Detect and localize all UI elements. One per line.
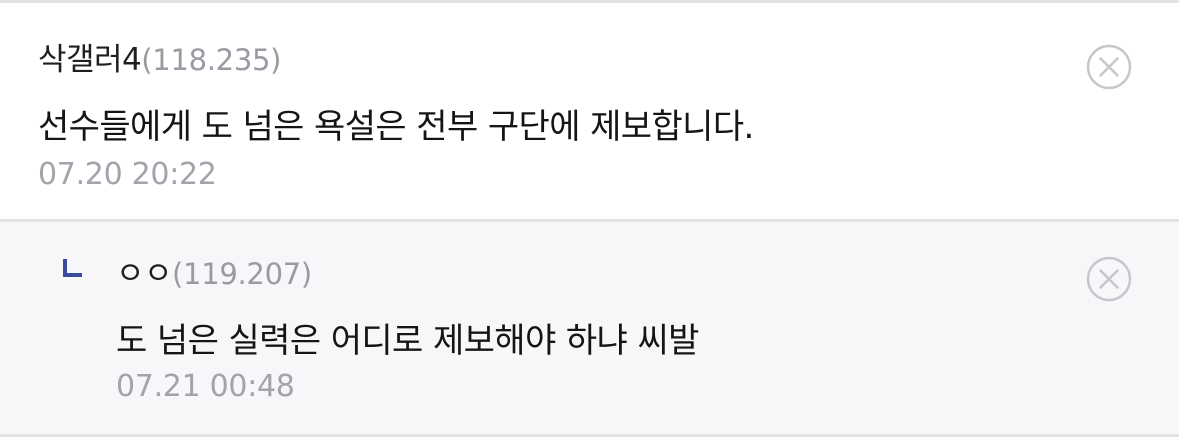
reply-author: ㅇㅇ (119.207) xyxy=(116,248,312,293)
reply-timestamp: 07.21 00:48 xyxy=(116,369,295,404)
comment-ip: (118.235) xyxy=(141,43,282,77)
comment-text: 선수들에게 도 넘은 욕설은 전부 구단에 제보합니다. xyxy=(38,107,754,147)
circle-x-icon xyxy=(1086,256,1132,302)
comment-item: 삭갤러4 (118.235) 선수들에게 도 넘은 욕설은 전부 구단에 제보합… xyxy=(0,6,1179,218)
circle-x-icon xyxy=(1086,44,1132,90)
reply-arrow-icon xyxy=(63,259,82,277)
delete-comment-button[interactable] xyxy=(1085,43,1133,91)
comment-timestamp: 07.20 20:22 xyxy=(38,157,217,192)
list-bottom-divider xyxy=(0,434,1179,437)
comment-nickname[interactable]: 삭갤러4 xyxy=(38,34,142,79)
reply-text: 도 넘은 실력은 어디로 제보해야 하냐 씨발 xyxy=(116,321,699,361)
reply-item: ㅇㅇ (119.207) 도 넘은 실력은 어디로 제보해야 하냐 씨발 07.… xyxy=(0,222,1179,434)
comment-author: 삭갤러4 (118.235) xyxy=(38,34,281,79)
reply-ip: (119.207) xyxy=(172,257,312,291)
reply-nickname[interactable]: ㅇㅇ xyxy=(116,248,173,293)
delete-reply-button[interactable] xyxy=(1085,255,1133,303)
comment-list: 삭갤러4 (118.235) 선수들에게 도 넘은 욕설은 전부 구단에 제보합… xyxy=(0,0,1179,446)
